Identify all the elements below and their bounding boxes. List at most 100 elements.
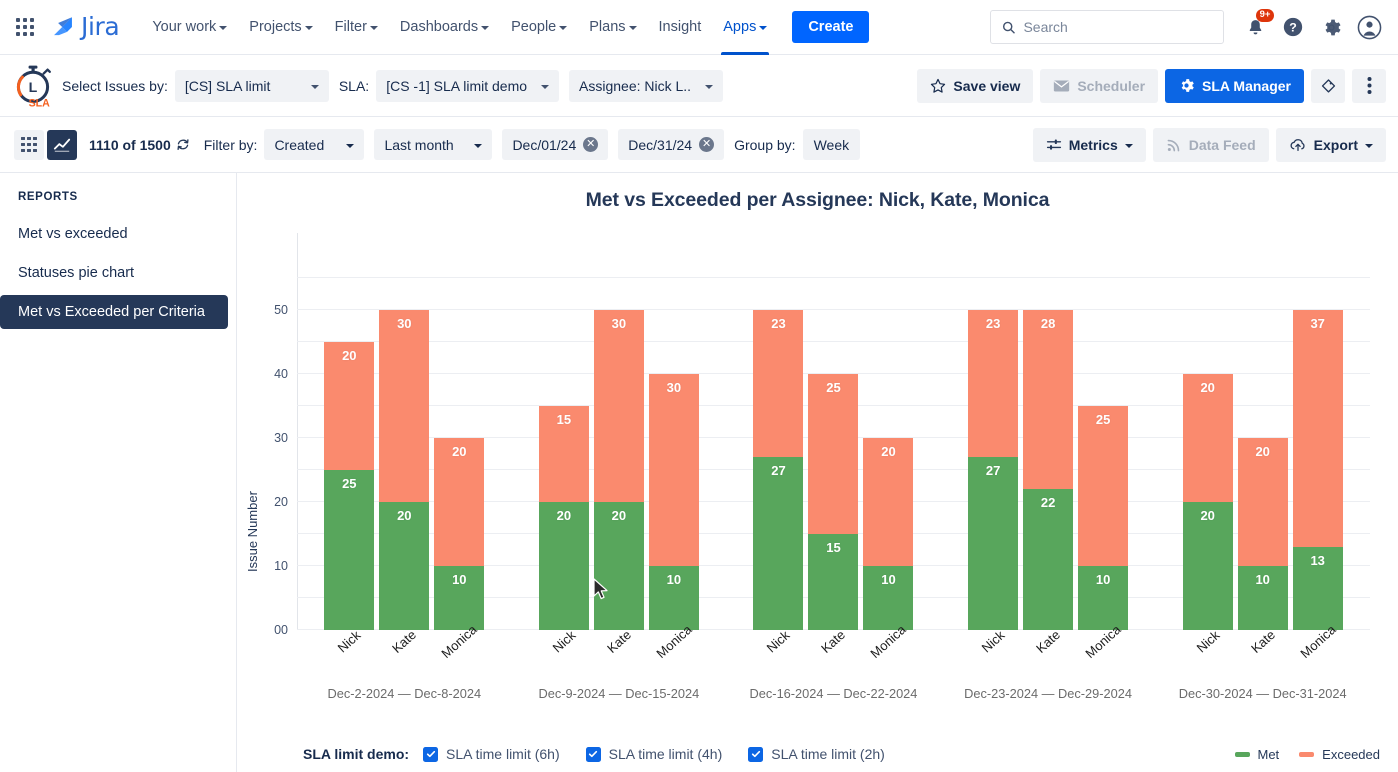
nav-item-insight[interactable]: Insight bbox=[648, 0, 713, 55]
stacked-bar[interactable]: 37 13 bbox=[1292, 310, 1343, 630]
bar-segment-exceeded[interactable]: 20 bbox=[1182, 374, 1233, 502]
table-view-icon[interactable] bbox=[14, 129, 44, 160]
bar-segment-met[interactable]: 13 bbox=[1292, 546, 1343, 630]
nav-item-projects[interactable]: Projects bbox=[238, 0, 323, 55]
legend-item[interactable]: Met bbox=[1234, 747, 1279, 762]
select-issues-by-dropdown[interactable]: [CS] SLA limit bbox=[174, 69, 329, 102]
bar-segment-exceeded[interactable]: 20 bbox=[434, 438, 485, 566]
svg-text:L: L bbox=[29, 79, 38, 95]
bar-segment-met[interactable]: 10 bbox=[1237, 566, 1288, 630]
bar-segment-met[interactable]: 15 bbox=[808, 534, 859, 630]
nav-item-dashboards[interactable]: Dashboards bbox=[389, 0, 500, 55]
nav-item-people[interactable]: People bbox=[500, 0, 578, 55]
jira-logo[interactable]: Jira bbox=[50, 14, 120, 40]
chevron-down-icon bbox=[369, 25, 378, 30]
bar-segment-met[interactable]: 22 bbox=[1023, 489, 1074, 630]
bar-segment-met[interactable]: 20 bbox=[1182, 502, 1233, 630]
global-search-box[interactable] bbox=[990, 10, 1224, 44]
bar-segment-met[interactable]: 10 bbox=[648, 566, 699, 630]
notifications-button[interactable]: 9+ bbox=[1238, 9, 1274, 44]
bar-segment-met[interactable]: 27 bbox=[753, 457, 804, 630]
chart-view-icon[interactable] bbox=[47, 129, 77, 160]
bar-value-label: 20 bbox=[452, 444, 467, 459]
bar-segment-exceeded[interactable]: 30 bbox=[648, 374, 699, 566]
remove-date-from-icon[interactable]: ✕ bbox=[583, 137, 599, 152]
apps-grid-icon[interactable] bbox=[14, 16, 36, 38]
nav-item-apps[interactable]: Apps bbox=[712, 0, 778, 55]
export-button[interactable]: Export bbox=[1275, 127, 1386, 162]
bar-segment-exceeded[interactable]: 37 bbox=[1292, 310, 1343, 547]
sla-limit-checkbox[interactable]: SLA time limit (4h) bbox=[585, 746, 722, 762]
stacked-bar[interactable]: 25 10 bbox=[1078, 406, 1129, 630]
bar-segment-exceeded[interactable]: 30 bbox=[593, 310, 644, 502]
bar-segment-exceeded[interactable]: 20 bbox=[863, 438, 914, 566]
bar-segment-exceeded[interactable]: 25 bbox=[1078, 406, 1129, 566]
sidebar-item-met-vs-exceeded-per-criteria[interactable]: Met vs Exceeded per Criteria bbox=[0, 295, 228, 329]
bar-segment-met[interactable]: 10 bbox=[863, 566, 914, 630]
bar-segment-exceeded[interactable]: 15 bbox=[538, 406, 589, 502]
more-options-button[interactable] bbox=[1352, 68, 1386, 103]
create-button[interactable]: Create bbox=[792, 11, 870, 43]
bar-segment-exceeded[interactable]: 30 bbox=[379, 310, 430, 502]
checkbox-checked-icon[interactable] bbox=[423, 746, 439, 762]
stacked-bar[interactable]: 20 10 bbox=[863, 438, 914, 630]
sla-limit-checkbox[interactable]: SLA time limit (6h) bbox=[423, 746, 560, 762]
bar-segment-exceeded[interactable]: 20 bbox=[324, 342, 375, 470]
user-avatar[interactable] bbox=[1352, 10, 1386, 44]
bar-segment-met[interactable]: 20 bbox=[593, 502, 644, 630]
filter-by-dropdown[interactable]: Created bbox=[264, 129, 365, 160]
group-by-value-chip[interactable]: Week bbox=[802, 129, 861, 160]
stacked-bar[interactable]: 20 10 bbox=[434, 438, 485, 630]
nav-item-filter[interactable]: Filter bbox=[324, 0, 389, 55]
date-to-chip[interactable]: Dec/31/24 ✕ bbox=[618, 129, 725, 160]
nav-item-plans[interactable]: Plans bbox=[578, 0, 647, 55]
sidebar-item-statuses-pie-chart[interactable]: Statuses pie chart bbox=[0, 256, 228, 290]
sla-dropdown[interactable]: [CS -1] SLA limit demo bbox=[376, 69, 560, 102]
bar-segment-exceeded[interactable]: 25 bbox=[808, 374, 859, 534]
stacked-bar[interactable]: 15 20 bbox=[538, 406, 589, 630]
x-label-group: Nick Kate Monica bbox=[297, 622, 512, 661]
bar-segment-met[interactable]: 27 bbox=[968, 457, 1019, 630]
stacked-bar[interactable]: 20 20 bbox=[1182, 374, 1233, 630]
tag-button[interactable] bbox=[1311, 68, 1345, 103]
stacked-bar[interactable]: 23 27 bbox=[753, 310, 804, 630]
bar-segment-met[interactable]: 20 bbox=[538, 502, 589, 630]
bar-segment-met[interactable]: 10 bbox=[434, 566, 485, 630]
remove-date-to-icon[interactable]: ✕ bbox=[699, 137, 715, 152]
scheduler-button[interactable]: Scheduler bbox=[1040, 68, 1159, 103]
sla-manager-button[interactable]: SLA Manager bbox=[1165, 68, 1304, 103]
stacked-bar[interactable]: 30 20 bbox=[593, 310, 644, 630]
period-dropdown[interactable]: Last month bbox=[374, 129, 493, 160]
bar-value-label: 27 bbox=[985, 463, 1001, 479]
bar-segment-exceeded[interactable]: 23 bbox=[968, 310, 1019, 458]
data-feed-button[interactable]: Data Feed bbox=[1152, 127, 1269, 162]
sidebar-item-met-vs-exceeded[interactable]: Met vs exceeded bbox=[0, 217, 228, 251]
settings-button[interactable] bbox=[1314, 10, 1348, 44]
date-from-chip[interactable]: Dec/01/24 ✕ bbox=[502, 129, 609, 160]
assignee-dropdown[interactable]: Assignee: Nick L.. bbox=[569, 69, 724, 102]
stacked-bar[interactable]: 30 10 bbox=[648, 374, 699, 630]
help-button[interactable]: ? bbox=[1276, 10, 1310, 44]
stacked-bar[interactable]: 20 25 bbox=[324, 342, 375, 630]
bar-segment-exceeded[interactable]: 23 bbox=[753, 310, 804, 458]
checkbox-checked-icon[interactable] bbox=[585, 746, 601, 762]
stacked-bar[interactable]: 28 22 bbox=[1023, 310, 1074, 630]
bar-segment-met[interactable]: 25 bbox=[324, 470, 375, 630]
stacked-bar[interactable]: 23 27 bbox=[968, 310, 1019, 630]
bar-segment-exceeded[interactable]: 28 bbox=[1023, 310, 1074, 490]
bar-segment-exceeded[interactable]: 20 bbox=[1237, 438, 1288, 566]
save-view-button[interactable]: Save view bbox=[917, 68, 1034, 103]
search-input[interactable] bbox=[1023, 19, 1212, 35]
stacked-bar[interactable]: 30 20 bbox=[379, 310, 430, 630]
stacked-bar[interactable]: 20 10 bbox=[1237, 438, 1288, 630]
bar-segment-met[interactable]: 10 bbox=[1078, 566, 1129, 630]
metrics-button[interactable]: Metrics bbox=[1032, 127, 1146, 162]
checkbox-checked-icon[interactable] bbox=[748, 746, 764, 762]
nav-item-your-work[interactable]: Your work bbox=[141, 0, 238, 55]
refresh-icon[interactable] bbox=[176, 138, 190, 152]
more-vertical-icon bbox=[1367, 77, 1371, 94]
bar-segment-met[interactable]: 20 bbox=[379, 502, 430, 630]
legend-item[interactable]: Exceeded bbox=[1299, 747, 1380, 762]
sla-limit-checkbox[interactable]: SLA time limit (2h) bbox=[748, 746, 885, 762]
stacked-bar[interactable]: 25 15 bbox=[808, 374, 859, 630]
